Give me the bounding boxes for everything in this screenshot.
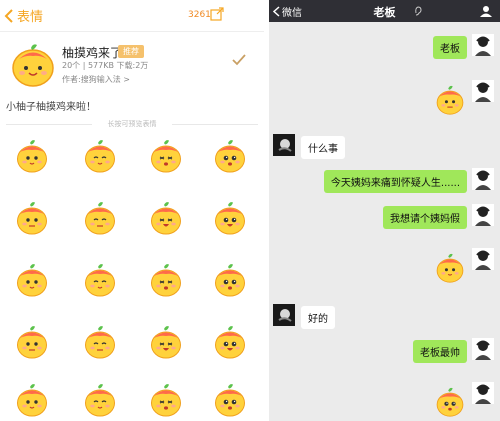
pack-title: 柚摸鸡来了 xyxy=(62,46,123,60)
yuzu-smug-icon[interactable] xyxy=(212,262,248,298)
yuzu-rainbow-icon[interactable] xyxy=(212,200,248,236)
yuzu-sleepy-icon[interactable] xyxy=(14,324,50,360)
boss-avatar[interactable] xyxy=(273,134,295,156)
chat-title: 老板 xyxy=(373,6,396,19)
count-badge: 3261 xyxy=(188,10,211,20)
yuzu-faint-icon[interactable] xyxy=(14,382,50,418)
yuzu-happy-icon[interactable] xyxy=(148,262,184,298)
yuzu-laugh-icon[interactable] xyxy=(148,382,184,418)
yuzu-thinking-icon[interactable] xyxy=(82,262,118,298)
yuzu-cry-icon[interactable] xyxy=(82,382,118,418)
my-avatar[interactable] xyxy=(472,80,494,102)
chat-topbar: 微信 老板 xyxy=(269,0,500,22)
yuzu-sulk-icon[interactable] xyxy=(82,324,118,360)
yuzu-scared-icon[interactable] xyxy=(148,324,184,360)
pack-author-link[interactable]: 作者:搜狗输入法 > xyxy=(62,74,130,85)
yuzu-surprised-icon[interactable] xyxy=(14,200,50,236)
pack-description: 小柚子柚摸鸡来啦！ xyxy=(6,102,96,113)
yuzu-love-icon[interactable] xyxy=(212,382,248,418)
yuzu-sticker-icon[interactable] xyxy=(434,252,466,284)
pack-cover-icon xyxy=(12,44,54,87)
yuzu-cover-face-icon[interactable] xyxy=(82,138,118,174)
yuzu-blush-icon[interactable] xyxy=(212,324,248,360)
ear-icon xyxy=(415,6,422,16)
yuzu-angry-icon[interactable] xyxy=(148,200,184,236)
my-avatar[interactable] xyxy=(472,204,494,226)
my-avatar[interactable] xyxy=(472,382,494,404)
yuzu-sticker-icon[interactable] xyxy=(434,386,466,418)
my-avatar[interactable] xyxy=(472,248,494,270)
person-icon[interactable] xyxy=(480,5,492,17)
yuzu-annoyed-icon[interactable] xyxy=(82,200,118,236)
my-avatar[interactable] xyxy=(472,34,494,56)
my-avatar[interactable] xyxy=(472,338,494,360)
my-avatar[interactable] xyxy=(472,168,494,190)
my-message-bubble[interactable]: 老板 xyxy=(433,36,467,59)
yuzu-sticker-icon[interactable] xyxy=(434,84,466,116)
chat-panel: 微信 老板 老板 什么事 今天姨妈来痛到怀疑人生...... 我想请个姨妈假 好的老… xyxy=(269,0,500,421)
check-icon xyxy=(232,54,246,66)
boss-avatar[interactable] xyxy=(273,304,295,326)
my-message-bubble[interactable]: 我想请个姨妈假 xyxy=(383,206,467,229)
yuzu-wave-icon[interactable] xyxy=(148,138,184,174)
pack-meta: 20个 | 577KB 下载:2万 xyxy=(62,61,149,70)
boss-message-bubble[interactable]: 好的 xyxy=(301,306,335,329)
share-icon[interactable] xyxy=(210,7,224,21)
my-message-bubble[interactable]: 老板最帅 xyxy=(413,340,467,363)
my-message-bubble[interactable]: 今天姨妈来痛到怀疑人生...... xyxy=(323,170,467,193)
yuzu-heart-icon[interactable] xyxy=(14,262,50,298)
sticker-topbar: 表情 3261 xyxy=(0,0,264,32)
pack-tag-badge: 推荐 xyxy=(118,45,144,58)
boss-message-bubble[interactable]: 什么事 xyxy=(301,136,345,159)
back-label: 表情 xyxy=(17,10,44,25)
section-label: 长按可预览表情 xyxy=(107,120,157,128)
chevron-left-icon xyxy=(4,8,13,23)
yuzu-peek-icon[interactable] xyxy=(14,138,50,174)
back-button[interactable]: 表情 xyxy=(4,6,43,25)
yuzu-shy-icon[interactable] xyxy=(212,138,248,174)
sticker-pack-panel: 表情 3261 柚摸鸡来了 推荐 20个 | 577KB 下载:2万 作者:搜狗… xyxy=(0,0,264,421)
